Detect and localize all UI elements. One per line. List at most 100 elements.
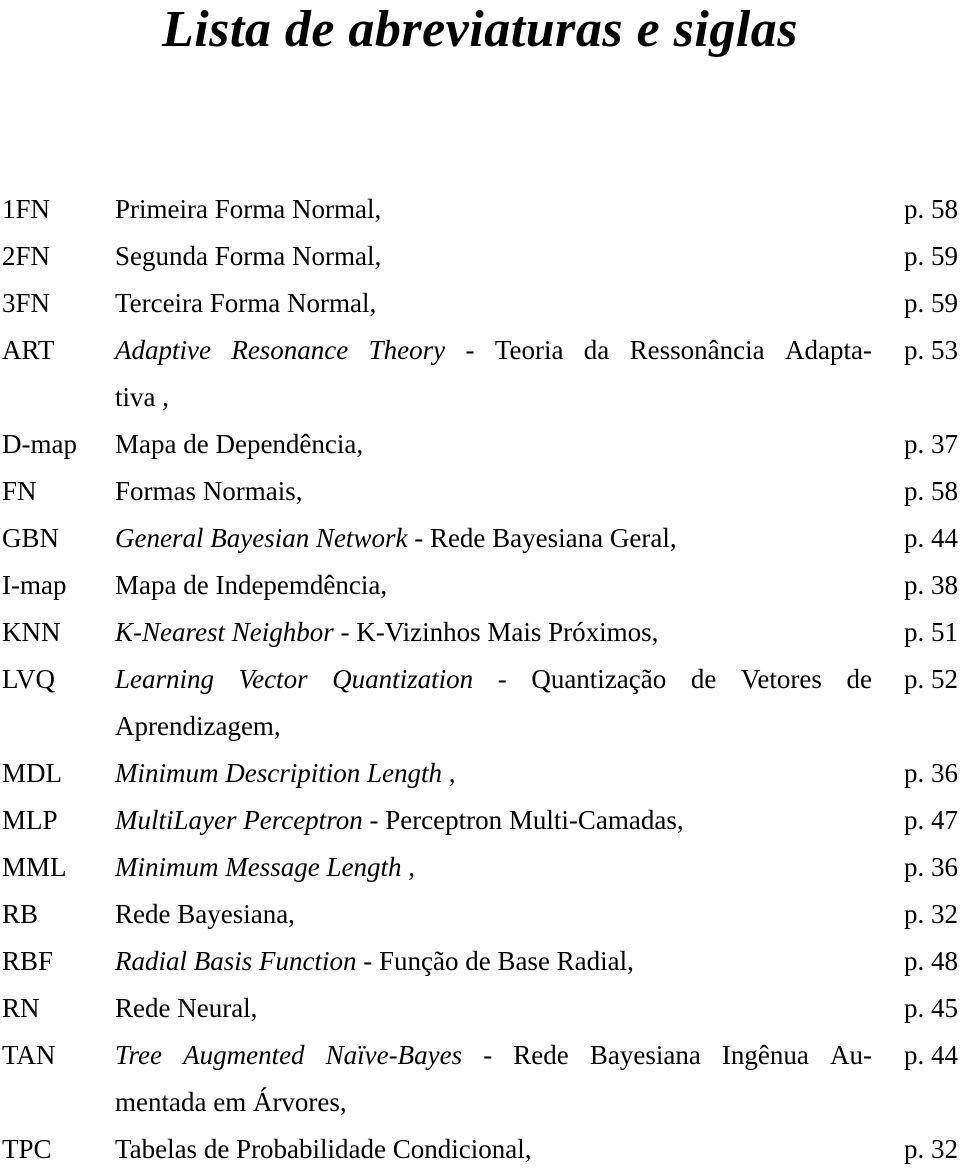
entry-line: MDL Minimum Descripition Length , p. 36 bbox=[2, 750, 958, 797]
entry-line: I-map Mapa de Indepemdência, p. 38 bbox=[2, 562, 958, 609]
page-reference: p. 36 bbox=[904, 852, 958, 882]
acronym-label: RB bbox=[2, 899, 39, 929]
page-reference: p. 37 bbox=[904, 429, 958, 459]
description-text: Formas Normais, bbox=[115, 476, 303, 506]
entry-line: ART Adaptive Resonance Theory - Teoria da Resso… bbox=[2, 327, 958, 374]
description-term: Tree bbox=[115, 1040, 162, 1070]
acronym-label: 2FN bbox=[2, 241, 51, 271]
page-reference: p. 53 bbox=[904, 335, 958, 365]
entry-line: 1FN Primeira Forma Normal, p. 58 bbox=[2, 186, 958, 233]
acronym-label: ART bbox=[2, 335, 55, 365]
description-text: Segunda Forma Normal, bbox=[115, 241, 382, 271]
description-term: Learning bbox=[115, 664, 215, 694]
entry-description: Terceira Forma Normal, bbox=[115, 280, 376, 327]
entry-line: KNN K-Nearest Neighbor - K-Vizinhos Mais … bbox=[2, 609, 958, 656]
abbreviation-entry: 2FN Segunda Forma Normal, p. 59 bbox=[2, 233, 958, 280]
entry-description: Adaptive Resonance Theory - Teoria da Ressonân… bbox=[115, 327, 872, 374]
description-term: Adaptive bbox=[115, 335, 211, 365]
description-text: - bbox=[483, 1040, 493, 1070]
abbreviation-entry: RB Rede Bayesiana, p. 32 bbox=[2, 891, 958, 938]
description-term: K-Nearest Neighbor bbox=[115, 617, 334, 647]
entry-description: Mapa de Dependência, bbox=[115, 421, 363, 468]
description-text: Primeira Forma Normal, bbox=[115, 194, 382, 224]
entry-description: Primeira Forma Normal, bbox=[115, 186, 381, 233]
acronym-label: GBN bbox=[2, 523, 60, 553]
abbreviation-entry: 3FN Terceira Forma Normal, p. 59 bbox=[2, 280, 958, 327]
description-text: Mapa de Indepemdência, bbox=[115, 570, 388, 600]
description-text: mentada em Árvores, bbox=[115, 1087, 347, 1117]
page-reference: p. 51 bbox=[904, 617, 958, 647]
acronym-label: RBF bbox=[2, 946, 54, 976]
entry-description: General Bayesian Network - Rede Bayesian… bbox=[115, 515, 677, 562]
description-term: Theory bbox=[368, 335, 446, 365]
page-reference: p. 44 bbox=[904, 1040, 958, 1070]
description-text: - bbox=[497, 664, 507, 694]
entry-continuation-line: mentada em Árvores, bbox=[2, 1079, 958, 1126]
entry-line: TAN Tree Augmented Naïve-Bayes - Rede Bayesian… bbox=[2, 1032, 958, 1079]
abbreviation-entry: RN Rede Neural, p. 45 bbox=[2, 985, 958, 1032]
entry-description: Formas Normais, bbox=[115, 468, 302, 515]
abbreviation-entry: FN Formas Normais, p. 58 bbox=[2, 468, 958, 515]
entry-description: Mapa de Indepemdência, bbox=[115, 562, 387, 609]
description-text: Adapta- bbox=[784, 335, 872, 365]
description-term: Minimum Message Length , bbox=[115, 852, 415, 882]
entry-line: LVQ Learning Vector Quantization - Quantizaçã… bbox=[2, 656, 958, 703]
entry-line: 3FN Terceira Forma Normal, p. 59 bbox=[2, 280, 958, 327]
entry-description: Tree Augmented Naïve-Bayes - Rede Bayesiana In… bbox=[115, 1032, 872, 1079]
acronym-label: LVQ bbox=[2, 664, 56, 694]
page-reference: p. 45 bbox=[904, 993, 958, 1023]
acronym-label: FN bbox=[2, 476, 37, 506]
entry-description: Rede Bayesiana, bbox=[115, 891, 295, 938]
acronym-label: RN bbox=[2, 993, 40, 1023]
description-text: Rede Neural, bbox=[115, 993, 258, 1023]
description-text: de bbox=[690, 664, 717, 694]
entry-line: TPC Tabelas de Probabilidade Condicional,… bbox=[2, 1126, 958, 1173]
page-reference: p. 58 bbox=[904, 476, 958, 506]
description-text: Terceira Forma Normal, bbox=[115, 288, 377, 318]
page-reference: p. 48 bbox=[904, 946, 958, 976]
entry-continuation-line: tiva , bbox=[2, 374, 958, 421]
description-term: MultiLayer Perceptron bbox=[115, 805, 363, 835]
entry-description-continued: Aprendizagem, bbox=[115, 703, 281, 750]
entry-description: Tabelas de Probabilidade Condicional, bbox=[115, 1126, 532, 1173]
description-text: - Perceptron Multi-Camadas, bbox=[362, 805, 684, 835]
description-text: Vetores bbox=[740, 664, 822, 694]
description-text: Quantização bbox=[531, 664, 667, 694]
abbreviation-entry: RBF Radial Basis Function - Função de Bas… bbox=[2, 938, 958, 985]
description-term: Minimum Descripition Length , bbox=[115, 758, 456, 788]
description-text: Ressonância bbox=[629, 335, 765, 365]
abbreviation-entry: TPC Tabelas de Probabilidade Condicional,… bbox=[2, 1126, 958, 1173]
acronym-label: 1FN bbox=[2, 194, 51, 224]
description-text: Bayesiana bbox=[589, 1040, 701, 1070]
entry-line: RBF Radial Basis Function - Função de Bas… bbox=[2, 938, 958, 985]
acronym-label: D-map bbox=[2, 429, 77, 459]
acronym-label: 3FN bbox=[2, 288, 51, 318]
abbreviation-entry: TAN Tree Augmented Naïve-Bayes - Rede Bayesian… bbox=[2, 1032, 958, 1126]
description-text: da bbox=[583, 335, 610, 365]
description-text: Au- bbox=[829, 1040, 872, 1070]
description-text: Rede bbox=[513, 1040, 569, 1070]
description-text: Teoria bbox=[494, 335, 564, 365]
entry-description-continued: tiva , bbox=[115, 374, 169, 421]
entry-description: MultiLayer Perceptron - Perceptron Multi… bbox=[115, 797, 684, 844]
page-reference: p. 59 bbox=[904, 241, 958, 271]
abbreviation-entry: GBN General Bayesian Network - Rede Bayes… bbox=[2, 515, 958, 562]
entry-line: FN Formas Normais, p. 58 bbox=[2, 468, 958, 515]
page-reference: p. 44 bbox=[904, 523, 958, 553]
description-text: Aprendizagem, bbox=[115, 711, 281, 741]
entry-line: RN Rede Neural, p. 45 bbox=[2, 985, 958, 1032]
page-reference: p. 36 bbox=[904, 758, 958, 788]
entry-continuation-line: Aprendizagem, bbox=[2, 703, 958, 750]
abbreviation-entry: 1FN Primeira Forma Normal, p. 58 bbox=[2, 186, 958, 233]
description-term: Augmented bbox=[183, 1040, 305, 1070]
entry-description: Segunda Forma Normal, bbox=[115, 233, 381, 280]
entry-description: Radial Basis Function - Função de Base R… bbox=[115, 938, 634, 985]
acronym-label: KNN bbox=[2, 617, 61, 647]
description-term: Resonance bbox=[231, 335, 349, 365]
entry-description: Learning Vector Quantization - Quantização de… bbox=[115, 656, 872, 703]
page-reference: p. 47 bbox=[904, 805, 958, 835]
entry-description: Rede Neural, bbox=[115, 985, 257, 1032]
abbreviation-list: 1FN Primeira Forma Normal, p. 58 2FN Segunda… bbox=[2, 186, 958, 1173]
acronym-label: I-map bbox=[2, 570, 67, 600]
acronym-label: MDL bbox=[2, 758, 62, 788]
